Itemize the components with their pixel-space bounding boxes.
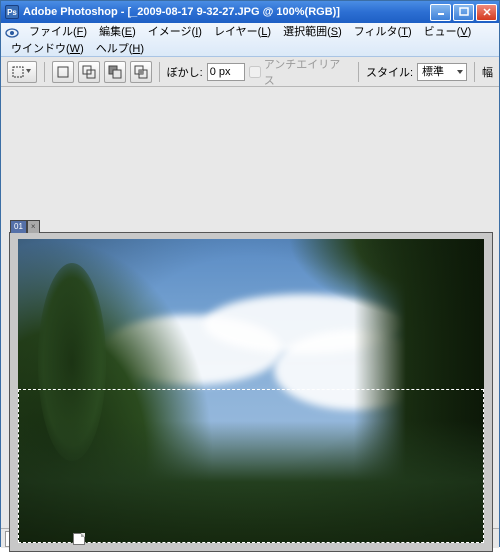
document-icon (73, 533, 85, 545)
mode-intersect-icon (134, 65, 148, 79)
separator (159, 62, 160, 82)
image-vignette (18, 239, 484, 543)
close-icon (482, 7, 492, 17)
menu-help[interactable]: ヘルプ(H) (90, 41, 150, 58)
document-tab: 01 × (10, 220, 40, 233)
antialias-label: アンチエイリアス (264, 56, 351, 88)
feather-input[interactable] (207, 63, 245, 81)
menu-window[interactable]: ウインドウ(W) (5, 41, 90, 58)
style-select[interactable]: 標準 (417, 63, 467, 81)
app-window: Ps Adobe Photoshop - [_2009-08-17 9-32-2… (0, 0, 500, 547)
mode-add-icon (82, 65, 96, 79)
minimize-icon (436, 7, 446, 17)
menu-layer[interactable]: レイヤー(L) (208, 24, 277, 41)
separator (358, 62, 359, 82)
menu-edit[interactable]: 編集(E) (93, 24, 142, 41)
visibility-icon[interactable] (5, 26, 19, 40)
minimize-button[interactable] (430, 4, 451, 21)
menu-view[interactable]: ビュー(V) (418, 24, 478, 41)
window-title: Adobe Photoshop - [_2009-08-17 9-32-27.J… (23, 6, 430, 18)
tab-close-badge[interactable]: × (27, 220, 40, 233)
selection-mode-new[interactable] (52, 61, 74, 83)
antialias-box[interactable] (249, 66, 261, 78)
menu-image[interactable]: イメージ(I) (142, 24, 208, 41)
document-window[interactable]: 01 × (9, 232, 493, 552)
menubar: ファイル(F) 編集(E) イメージ(I) レイヤー(L) 選択範囲(S) フィ… (1, 23, 499, 57)
maximize-button[interactable] (453, 4, 474, 21)
antialias-checkbox[interactable]: アンチエイリアス (249, 56, 351, 88)
menu-file[interactable]: ファイル(F) (23, 24, 93, 41)
rectangular-marquee-icon (12, 66, 24, 78)
titlebar[interactable]: Ps Adobe Photoshop - [_2009-08-17 9-32-2… (1, 1, 499, 23)
app-icon: Ps (5, 5, 19, 19)
close-button[interactable] (476, 4, 497, 21)
separator (474, 62, 475, 82)
window-controls (430, 4, 497, 21)
selection-mode-add[interactable] (78, 61, 100, 83)
mode-subtract-icon (108, 65, 122, 79)
separator (44, 62, 45, 82)
chevron-down-icon (26, 69, 31, 74)
tab-number-badge: 01 (10, 220, 27, 233)
menu-filter[interactable]: フィルタ(T) (348, 24, 418, 41)
document-canvas[interactable] (18, 239, 484, 543)
maximize-icon (459, 7, 469, 17)
feather-label: ぼかし: (167, 64, 203, 80)
mode-new-icon (56, 65, 70, 79)
selection-mode-intersect[interactable] (130, 61, 152, 83)
canvas-area: 01 × (1, 87, 499, 528)
marquee-tool-button[interactable] (7, 61, 37, 83)
options-bar: ぼかし: アンチエイリアス スタイル: 標準 幅 (1, 57, 499, 87)
width-label: 幅 (482, 64, 493, 80)
menu-select[interactable]: 選択範囲(S) (277, 24, 348, 41)
style-label: スタイル: (366, 64, 413, 80)
selection-mode-subtract[interactable] (104, 61, 126, 83)
